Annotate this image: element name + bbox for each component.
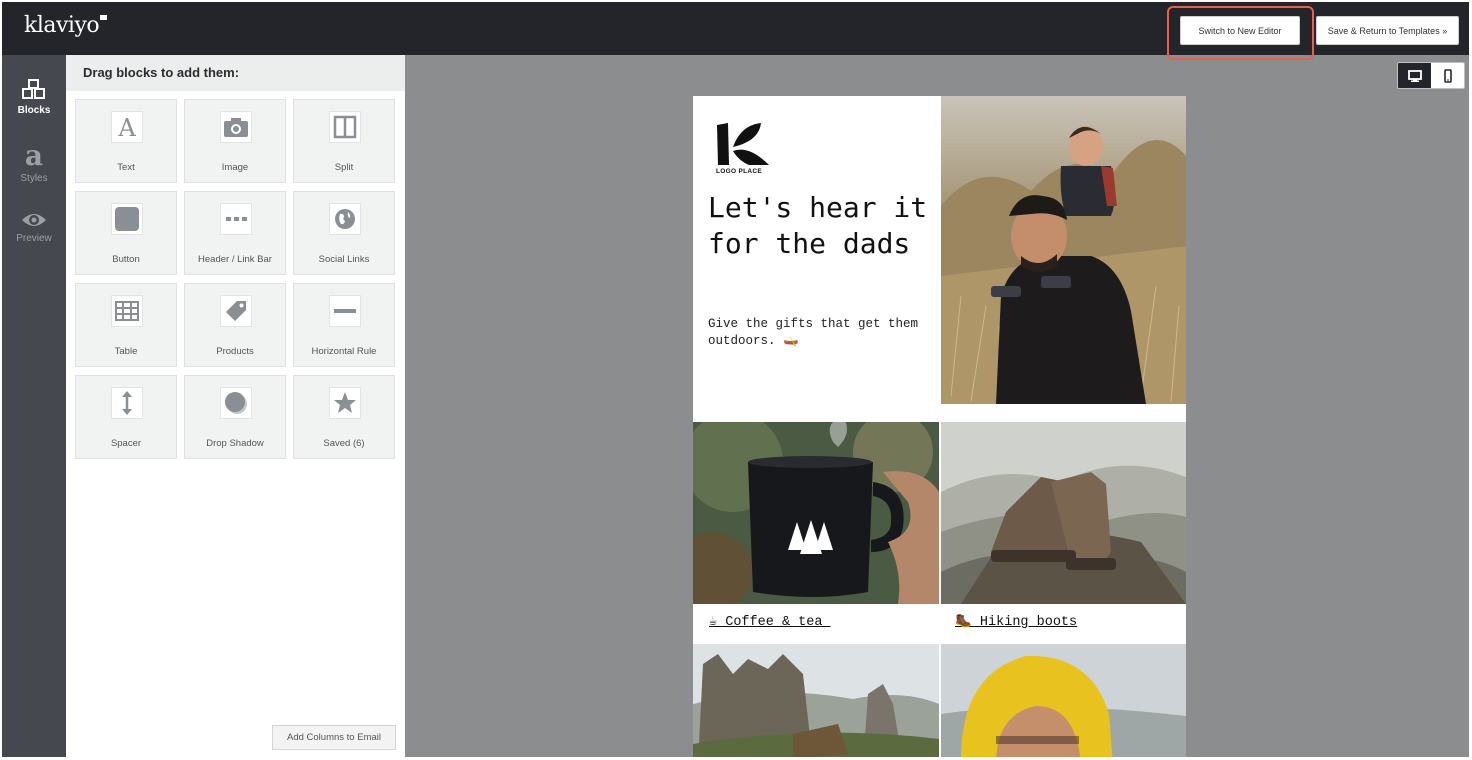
rail-blocks-label: Blocks bbox=[17, 105, 51, 116]
rail-styles-label: Styles bbox=[20, 173, 48, 184]
email-subtext: Give the gifts that get them outdoors. 🛶 bbox=[708, 317, 919, 348]
block-label: Image bbox=[221, 162, 249, 173]
hero-text-block[interactable]: LOGO PLACE Let's hear it for the dads Gi… bbox=[693, 96, 939, 404]
block-label: Drop Shadow bbox=[206, 438, 264, 449]
view-toggle bbox=[1397, 62, 1465, 89]
button-icon bbox=[111, 203, 143, 235]
drop-shadow-icon bbox=[220, 387, 252, 419]
camera-icon bbox=[220, 111, 252, 143]
text-icon: A bbox=[111, 111, 143, 143]
rail-preview[interactable]: Preview bbox=[2, 211, 66, 244]
desktop-view-button[interactable] bbox=[1398, 63, 1431, 88]
block-label: Social Links bbox=[318, 254, 370, 265]
caption-coffee-tea-link[interactable]: ☕ Coffee & tea bbox=[709, 613, 831, 630]
block-image[interactable]: Image bbox=[184, 99, 286, 183]
star-icon bbox=[329, 387, 361, 419]
save-and-return-button[interactable]: Save & Return to Templates » bbox=[1316, 16, 1459, 45]
eye-icon bbox=[22, 214, 46, 226]
block-saved[interactable]: Saved (6) bbox=[293, 375, 395, 459]
logo-caption: LOGO PLACE bbox=[716, 168, 762, 175]
block-label: Text bbox=[117, 162, 135, 173]
block-horizontal-rule[interactable]: Horizontal Rule bbox=[293, 283, 395, 367]
globe-icon bbox=[329, 203, 361, 235]
block-label: Table bbox=[114, 346, 138, 357]
rail-preview-label: Preview bbox=[16, 233, 52, 244]
block-header-link-bar[interactable]: Header / Link Bar bbox=[184, 191, 286, 275]
split-icon bbox=[329, 111, 361, 143]
email-preview[interactable]: LOGO PLACE Let's hear it for the dads Gi… bbox=[693, 96, 1186, 757]
block-text[interactable]: A Text bbox=[75, 99, 177, 183]
block-split[interactable]: Split bbox=[293, 99, 395, 183]
tag-icon bbox=[220, 295, 252, 327]
add-columns-button[interactable]: Add Columns to Email bbox=[272, 725, 396, 750]
app-frame: klaviyo Switch to New Editor Save & Retu… bbox=[2, 2, 1469, 757]
spacer-icon bbox=[111, 387, 143, 419]
panel-header: Drag blocks to add them: bbox=[66, 55, 405, 91]
block-label: Header / Link Bar bbox=[198, 254, 272, 265]
mobile-icon bbox=[1443, 68, 1452, 83]
block-label: Button bbox=[112, 254, 140, 265]
rail-styles[interactable]: a Styles bbox=[2, 143, 66, 184]
blocks-icon bbox=[22, 79, 45, 99]
block-social-links[interactable]: Social Links bbox=[293, 191, 395, 275]
block-drop-shadow[interactable]: Drop Shadow bbox=[184, 375, 286, 459]
email-headline: Let's hear it for the dads bbox=[708, 191, 928, 260]
rail-blocks[interactable]: Blocks bbox=[2, 79, 66, 116]
link-bar-icon bbox=[220, 203, 252, 235]
block-table[interactable]: Table bbox=[75, 283, 177, 367]
top-bar: klaviyo Switch to New Editor Save & Retu… bbox=[2, 2, 1469, 60]
svg-text:a: a bbox=[25, 143, 43, 169]
left-rail: Blocks a Styles Preview bbox=[2, 55, 66, 757]
horizontal-rule-icon bbox=[329, 295, 361, 327]
logo-place-icon bbox=[717, 123, 769, 165]
block-label: Spacer bbox=[110, 438, 142, 449]
block-label: Split bbox=[334, 162, 354, 173]
block-label: Products bbox=[216, 346, 254, 357]
klaviyo-logo[interactable]: klaviyo bbox=[24, 13, 108, 38]
block-label: Horizontal Rule bbox=[311, 346, 377, 357]
table-icon bbox=[111, 295, 143, 327]
hero-photo-dad-and-child[interactable] bbox=[941, 96, 1186, 404]
photo-yellow-raincoat[interactable] bbox=[941, 644, 1186, 757]
photo-rock-formations[interactable] bbox=[693, 644, 939, 757]
block-spacer[interactable]: Spacer bbox=[75, 375, 177, 459]
block-label: Saved (6) bbox=[323, 438, 365, 449]
caption-hiking-boots-link[interactable]: 🥾 Hiking boots bbox=[955, 613, 1077, 630]
switch-to-new-editor-button[interactable]: Switch to New Editor bbox=[1180, 16, 1300, 45]
block-products[interactable]: Products bbox=[184, 283, 286, 367]
mobile-view-button[interactable] bbox=[1431, 63, 1464, 88]
desktop-icon bbox=[1407, 69, 1422, 82]
photo-coffee-mug[interactable] bbox=[693, 422, 939, 604]
svg-text:A: A bbox=[117, 114, 136, 140]
styles-icon: a bbox=[25, 143, 43, 169]
photo-hiking-boots[interactable] bbox=[941, 422, 1186, 604]
block-button[interactable]: Button bbox=[75, 191, 177, 275]
blocks-panel: Drag blocks to add them: A Text Image Sp… bbox=[66, 55, 405, 757]
